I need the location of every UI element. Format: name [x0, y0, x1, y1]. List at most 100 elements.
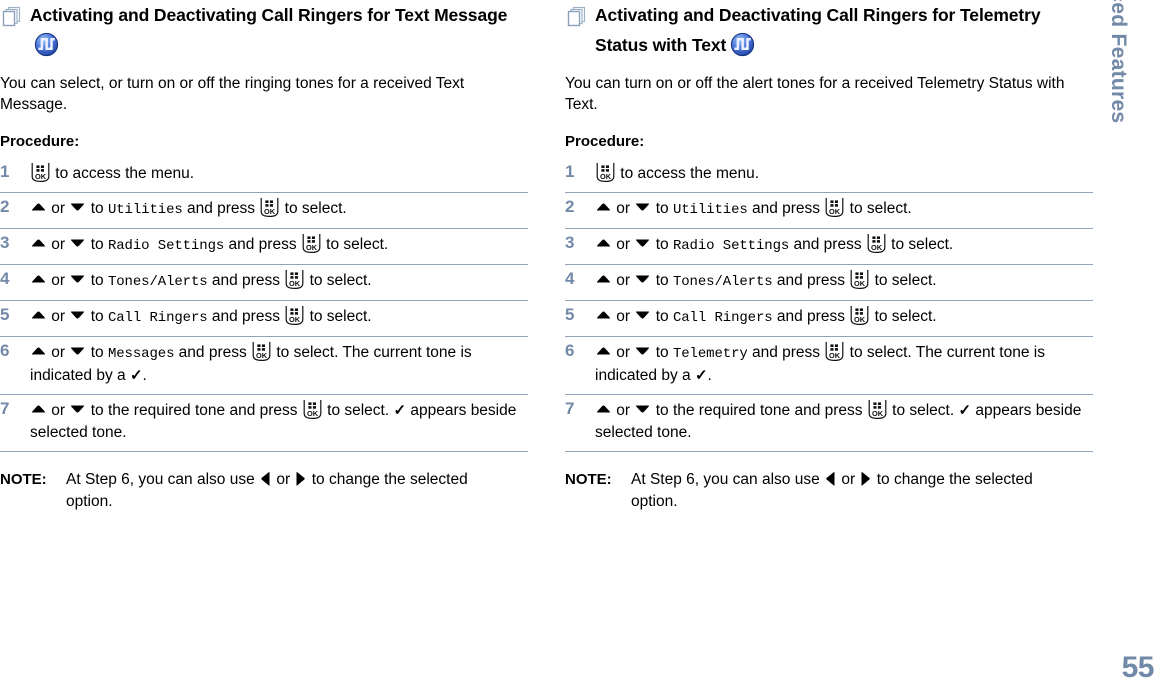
stacked-pages-icon — [2, 6, 21, 27]
step-text: or — [272, 471, 295, 488]
step-text: or — [612, 236, 635, 253]
stacked-pages-icon — [567, 6, 586, 27]
ok-menu-key-icon: OK — [868, 400, 887, 420]
svg-text:OK: OK — [854, 279, 866, 288]
procedure-step: 7 or to the required tone and press OK t… — [565, 395, 1093, 452]
svg-text:OK: OK — [256, 351, 268, 360]
note-block: NOTE: At Step 6, you can also use or to c… — [0, 469, 516, 513]
tone-square-wave-icon — [731, 32, 755, 57]
step-text: to the required tone and press — [86, 402, 302, 419]
ok-menu-key-icon: OK — [850, 270, 869, 290]
tone-square-wave-icon — [34, 32, 59, 57]
step-text: or — [47, 272, 70, 289]
step-body: or to the required tone and press OK to … — [595, 399, 1093, 444]
arrow-down-icon — [636, 239, 650, 247]
step-text: to — [86, 308, 108, 325]
step-text: and press — [772, 308, 850, 325]
arrow-down-icon — [71, 239, 85, 247]
step-text: or — [47, 200, 70, 217]
step-text: to select. — [305, 308, 372, 325]
step-text: and press — [207, 308, 285, 325]
step-text: to select. — [870, 308, 937, 325]
step-text: or — [612, 200, 635, 217]
step-text: to — [86, 344, 108, 361]
procedure-step: 3 or to Radio Settings and press OK to s… — [0, 229, 528, 265]
procedure-step: 5 or to Call Ringers and press OK to sel… — [0, 301, 528, 337]
step-text: to — [651, 308, 673, 325]
menu-item-name: Radio Settings — [672, 238, 790, 254]
arrow-up-icon — [32, 239, 45, 247]
step-text: to select. — [305, 272, 372, 289]
step-body: OK to access the menu. — [30, 162, 528, 185]
ok-menu-key-icon: OK — [596, 163, 615, 183]
step-text: or — [47, 344, 70, 361]
menu-item-name: Tones/Alerts — [672, 274, 773, 290]
step-text: to select. — [321, 236, 389, 253]
step-text: and press — [207, 272, 285, 289]
step-number: 3 — [565, 233, 575, 252]
menu-item-name: Radio Settings — [107, 238, 225, 254]
procedure-step: 1 OK to access the menu. — [565, 158, 1093, 193]
step-body: or to Telemetry and press OK to select. … — [595, 341, 1093, 387]
section-heading-text: Activating and Deactivating Call Ringers… — [30, 5, 508, 25]
step-number: 1 — [0, 162, 10, 181]
step-text: to — [651, 272, 673, 289]
step-body: or to Utilities and press OK to select. — [30, 197, 528, 221]
step-number: 5 — [0, 305, 10, 324]
step-text: to select. — [845, 200, 912, 217]
step-body: or to Radio Settings and press OK to sel… — [595, 233, 1093, 257]
step-text: and press — [174, 344, 252, 361]
note-body: At Step 6, you can also use or to change… — [66, 471, 468, 510]
procedure-step: 3 or to Radio Settings and press OK to s… — [565, 229, 1093, 265]
svg-text:OK: OK — [264, 207, 276, 216]
checkmark-icon: ✓ — [393, 402, 407, 419]
procedure-step: 7 or to the required tone and press OK t… — [0, 395, 528, 452]
step-body: or to Radio Settings and press OK to sel… — [30, 233, 528, 257]
section-tab-label: Advanced Features — [1107, 0, 1130, 124]
arrow-down-icon — [71, 311, 85, 319]
arrow-left-icon — [826, 471, 835, 486]
checkmark-icon: ✓ — [129, 367, 143, 384]
svg-text:OK: OK — [854, 315, 866, 324]
step-number: 3 — [0, 233, 10, 252]
page-number: 55 — [1121, 651, 1155, 684]
ok-menu-key-icon: OK — [825, 198, 844, 218]
step-text: to select. — [322, 402, 394, 419]
procedure-step: 1 OK to access the menu. — [0, 158, 528, 193]
arrow-up-icon — [597, 239, 610, 247]
step-text: At Step 6, you can also use — [631, 471, 825, 488]
svg-text:OK: OK — [307, 409, 319, 418]
arrow-down-icon — [71, 275, 85, 283]
checkmark-icon: ✓ — [958, 402, 972, 419]
note-label: NOTE: — [565, 471, 612, 488]
ok-menu-key-icon: OK — [825, 342, 844, 362]
step-text: or — [47, 308, 70, 325]
svg-text:OK: OK — [289, 315, 301, 324]
svg-text:OK: OK — [872, 409, 884, 418]
column-left: Activating and Deactivating Call Ringers… — [0, 0, 528, 513]
procedure-step: 2 or to Utilities and press OK to select… — [565, 193, 1093, 229]
arrow-down-icon — [636, 405, 650, 413]
menu-item-name: Utilities — [107, 202, 183, 218]
ok-menu-key-icon: OK — [850, 306, 869, 326]
arrow-right-icon — [296, 471, 306, 486]
step-body: or to Call Ringers and press OK to selec… — [30, 305, 528, 329]
step-text: to the required tone and press — [651, 402, 867, 419]
ok-menu-key-icon: OK — [303, 400, 322, 420]
arrow-up-icon — [32, 347, 45, 355]
step-text: to — [651, 236, 673, 253]
section-heading: Activating and Deactivating Call Ringers… — [565, 0, 1093, 60]
menu-item-name: Messages — [107, 346, 175, 362]
arrow-up-icon — [597, 311, 610, 319]
arrow-up-icon — [32, 203, 45, 211]
step-number: 2 — [0, 197, 10, 216]
step-text: to access the menu. — [616, 165, 760, 182]
ok-menu-key-icon: OK — [285, 306, 304, 326]
section-heading-text: Activating and Deactivating Call Ringers… — [595, 5, 1041, 55]
procedure-label: Procedure: — [0, 133, 80, 150]
svg-text:OK: OK — [871, 243, 883, 252]
arrow-up-icon — [597, 275, 610, 283]
arrow-down-icon — [636, 347, 650, 355]
step-text: and press — [224, 236, 301, 253]
step-text: and press — [747, 200, 825, 217]
